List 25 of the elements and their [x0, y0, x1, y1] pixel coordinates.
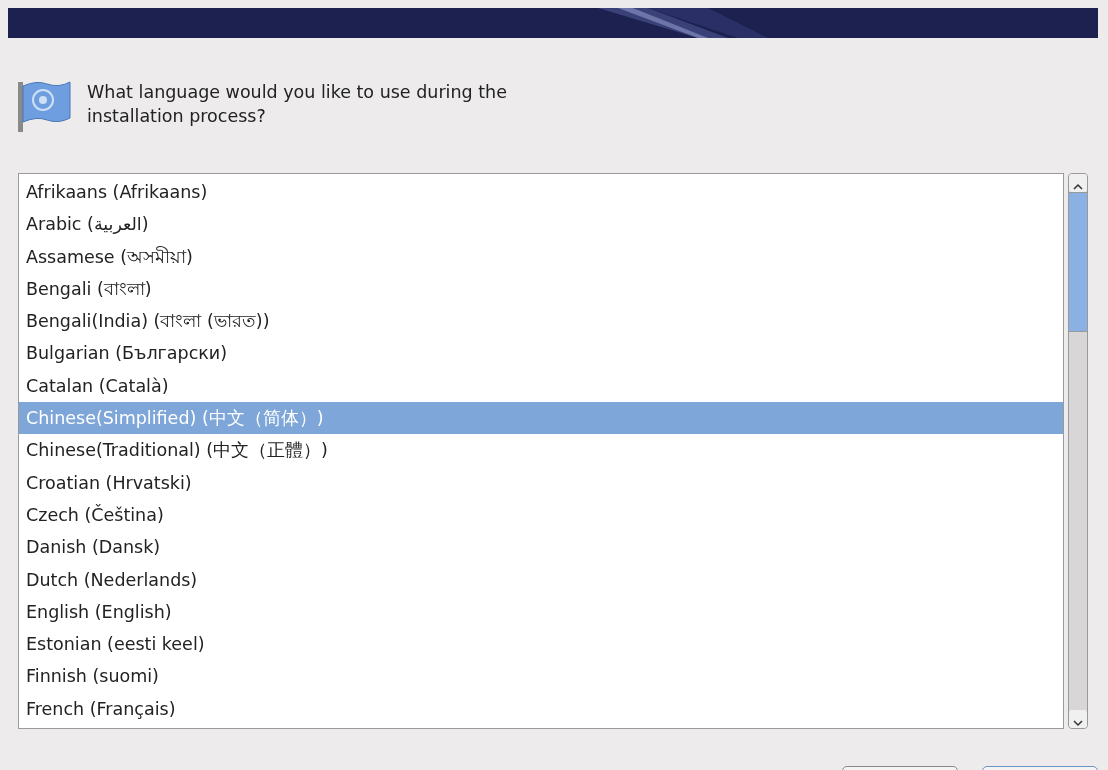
scroll-up-button[interactable] [1069, 174, 1087, 192]
scroll-thumb[interactable] [1069, 192, 1087, 332]
language-item[interactable]: Afrikaans (Afrikaans) [19, 176, 1063, 209]
chevron-up-icon [1073, 182, 1083, 191]
flag-icon [17, 80, 71, 132]
scrollbar[interactable] [1068, 173, 1088, 729]
language-list[interactable] [18, 173, 1064, 729]
language-item[interactable]: Dutch (Nederlands) [19, 563, 1063, 596]
language-item[interactable]: Czech (Čeština) [19, 498, 1063, 532]
language-item[interactable]: Estonian (eesti keel) [19, 628, 1063, 661]
language-item[interactable]: Finnish (suomi) [19, 660, 1063, 693]
language-item[interactable]: Catalan (Català) [19, 369, 1063, 403]
language-item[interactable]: Bulgarian (Български) [19, 337, 1063, 370]
language-item[interactable]: Danish (Dansk) [19, 531, 1063, 564]
language-item[interactable]: Bengali (বাংলা) [19, 272, 1063, 306]
language-item[interactable]: Croatian (Hrvatski) [19, 466, 1063, 499]
chevron-down-icon [1073, 718, 1083, 727]
language-item[interactable]: Bengali(India) (বাংলা (ভারত)) [19, 305, 1063, 338]
question-text: What language would you like to use during the installation process? [87, 81, 508, 128]
language-item[interactable]: French (Français) [19, 692, 1063, 726]
language-item[interactable]: Chinese(Traditional) (中文（正體）) [19, 434, 1063, 467]
scroll-down-button[interactable] [1069, 710, 1087, 728]
language-item[interactable]: English (English) [19, 595, 1063, 629]
language-item[interactable]: Arabic (العربية) [19, 208, 1063, 241]
language-item[interactable]: Assamese (অসমীয়া) [19, 240, 1063, 273]
